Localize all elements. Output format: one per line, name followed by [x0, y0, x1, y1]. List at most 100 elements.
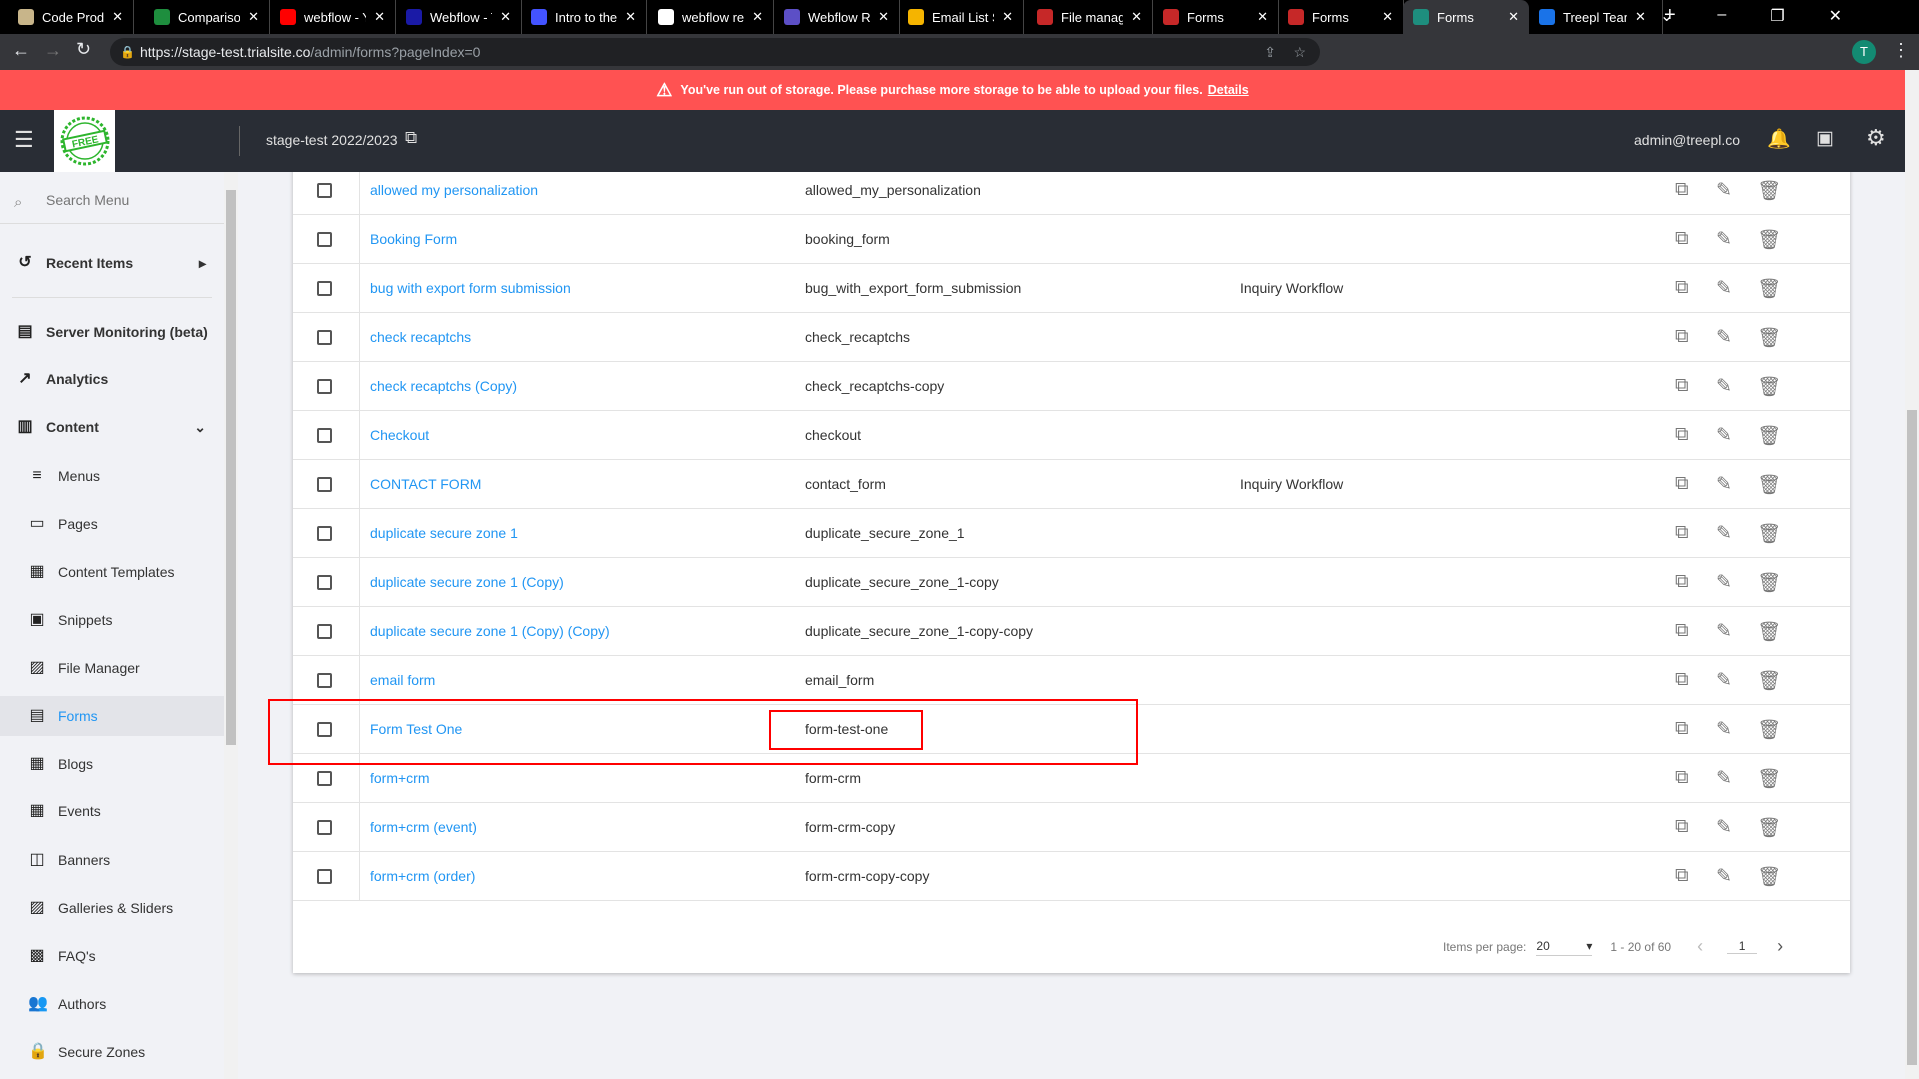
next-page-button[interactable]: ›: [1777, 936, 1783, 957]
form-name-link[interactable]: duplicate secure zone 1 (Copy) (Copy): [370, 623, 610, 639]
close-tab-icon[interactable]: ✕: [752, 9, 763, 25]
copy-icon[interactable]: ⧉: [1675, 669, 1689, 691]
hamburger-menu-icon[interactable]: ☰: [14, 127, 34, 153]
close-tab-icon[interactable]: ✕: [1131, 9, 1142, 25]
row-checkbox[interactable]: [317, 869, 332, 884]
form-name-link[interactable]: Checkout: [370, 427, 429, 443]
delete-icon[interactable]: 🗑: [1757, 669, 1781, 693]
sidebar-item-content-templates[interactable]: ▦ Content Templates: [0, 552, 224, 592]
edit-icon[interactable]: ✎: [1716, 228, 1732, 251]
gear-icon[interactable]: ⚙: [1866, 125, 1886, 151]
copy-icon[interactable]: ⧉: [1675, 228, 1689, 250]
close-tab-icon[interactable]: ✕: [878, 9, 889, 25]
delete-icon[interactable]: 🗑: [1757, 375, 1781, 399]
page-scrollbar-thumb[interactable]: [1907, 410, 1917, 1065]
edit-icon[interactable]: ✎: [1716, 620, 1732, 643]
edit-icon[interactable]: ✎: [1716, 571, 1732, 594]
prev-page-button[interactable]: ‹: [1697, 936, 1703, 957]
sidebar-item-content[interactable]: ▥ Content ⌄: [0, 407, 224, 447]
sidebar-item-forms[interactable]: ▤ Forms: [0, 696, 224, 736]
close-tab-icon[interactable]: ✕: [1002, 9, 1013, 25]
close-tab-icon[interactable]: ✕: [625, 9, 636, 25]
form-name-link[interactable]: CONTACT FORM: [370, 476, 481, 492]
delete-icon[interactable]: 🗑: [1757, 767, 1781, 791]
row-checkbox[interactable]: [317, 281, 332, 296]
browser-tab[interactable]: Forms ✕: [1403, 0, 1529, 34]
edit-icon[interactable]: ✎: [1716, 277, 1732, 300]
form-name-link[interactable]: form+crm (order): [370, 868, 475, 884]
forward-icon[interactable]: →: [44, 40, 62, 61]
close-tab-icon[interactable]: ✕: [500, 9, 511, 25]
sidebar-item-server-monitoring-beta-[interactable]: ▤ Server Monitoring (beta): [0, 312, 224, 352]
delete-icon[interactable]: 🗑: [1757, 424, 1781, 448]
close-tab-icon[interactable]: ✕: [1382, 9, 1393, 25]
copy-icon[interactable]: ⧉: [1675, 620, 1689, 642]
sidebar-item-events[interactable]: ▦ Events: [0, 791, 224, 831]
row-checkbox[interactable]: [317, 575, 332, 590]
form-name-link[interactable]: duplicate secure zone 1: [370, 525, 518, 541]
delete-icon[interactable]: 🗑: [1757, 228, 1781, 252]
user-email[interactable]: admin@treepl.co: [1634, 132, 1740, 148]
row-checkbox[interactable]: [317, 820, 332, 835]
close-tab-icon[interactable]: ✕: [248, 9, 259, 25]
row-checkbox[interactable]: [317, 379, 332, 394]
browser-menu-icon[interactable]: ⋮: [1892, 40, 1910, 61]
form-name-link[interactable]: allowed my personalization: [370, 182, 538, 198]
copy-icon[interactable]: ⧉: [1675, 375, 1689, 397]
edit-icon[interactable]: ✎: [1716, 326, 1732, 349]
sidebar-item-analytics[interactable]: ↗ Analytics: [0, 359, 224, 399]
sidebar-item-recent-items[interactable]: ↺ Recent Items ▸: [0, 243, 224, 283]
form-name-link[interactable]: check recaptchs (Copy): [370, 378, 517, 394]
minimize-button[interactable]: –: [1717, 6, 1726, 26]
sidebar-item-galleries-sliders[interactable]: ▨ Galleries & Sliders: [0, 888, 224, 928]
row-checkbox[interactable]: [317, 771, 332, 786]
browser-tab[interactable]: Code Produ✕: [8, 0, 134, 34]
copy-icon[interactable]: ⧉: [1675, 522, 1689, 544]
form-name-link[interactable]: form+crm: [370, 770, 430, 786]
sidebar-item-file-manager[interactable]: ▨ File Manager: [0, 648, 224, 688]
browser-tab[interactable]: Email List S ✕: [898, 0, 1024, 34]
sidebar-item-blogs[interactable]: ▦ Blogs: [0, 744, 224, 784]
sidebar-item-faq-s[interactable]: ▩ FAQ's: [0, 936, 224, 976]
edit-icon[interactable]: ✎: [1716, 424, 1732, 447]
form-name-link[interactable]: Booking Form: [370, 231, 457, 247]
search-input[interactable]: [46, 192, 216, 208]
sidebar-scrollbar-thumb[interactable]: [226, 190, 236, 745]
edit-icon[interactable]: ✎: [1716, 522, 1732, 545]
details-link[interactable]: Details: [1208, 83, 1249, 97]
sidebar-item-banners[interactable]: ◫ Banners: [0, 840, 224, 880]
edit-icon[interactable]: ✎: [1716, 816, 1732, 839]
close-window-button[interactable]: ✕: [1829, 6, 1842, 26]
edit-icon[interactable]: ✎: [1716, 669, 1732, 692]
close-tab-icon[interactable]: ✕: [1257, 9, 1268, 25]
row-checkbox[interactable]: [317, 477, 332, 492]
copy-icon[interactable]: ⧉: [1675, 277, 1689, 299]
copy-icon[interactable]: ⧉: [1675, 473, 1689, 495]
delete-icon[interactable]: 🗑: [1757, 277, 1781, 301]
browser-tab[interactable]: Webflow - T ✕: [396, 0, 522, 34]
tab-search-icon[interactable]: ⌄: [1660, 6, 1673, 26]
close-tab-icon[interactable]: ✕: [374, 9, 385, 25]
browser-tab[interactable]: Webflow Re✕: [774, 0, 900, 34]
copy-icon[interactable]: ⧉: [1675, 179, 1689, 201]
row-checkbox[interactable]: [317, 232, 332, 247]
form-name-link[interactable]: check recaptchs: [370, 329, 471, 345]
form-name-link[interactable]: form+crm (event): [370, 819, 477, 835]
copy-icon[interactable]: ⧉: [1675, 326, 1689, 348]
copy-icon[interactable]: ⧉: [1675, 571, 1689, 593]
delete-icon[interactable]: 🗑: [1757, 179, 1781, 203]
copy-icon[interactable]: ⧉: [1675, 865, 1689, 887]
edit-icon[interactable]: ✎: [1716, 179, 1732, 202]
delete-icon[interactable]: 🗑: [1757, 571, 1781, 595]
row-checkbox[interactable]: [317, 183, 332, 198]
browser-tab[interactable]: webflow - Y ✕: [270, 0, 396, 34]
logo[interactable]: FREE: [54, 110, 115, 172]
row-checkbox[interactable]: [317, 624, 332, 639]
share-icon[interactable]: ⇪: [1264, 38, 1276, 66]
close-tab-icon[interactable]: ✕: [112, 9, 123, 25]
close-tab-icon[interactable]: ✕: [1508, 9, 1519, 25]
copy-icon[interactable]: ⧉: [1675, 424, 1689, 446]
edit-icon[interactable]: ✎: [1716, 473, 1732, 496]
profile-avatar[interactable]: T: [1852, 40, 1876, 64]
back-icon[interactable]: ←: [12, 40, 30, 61]
